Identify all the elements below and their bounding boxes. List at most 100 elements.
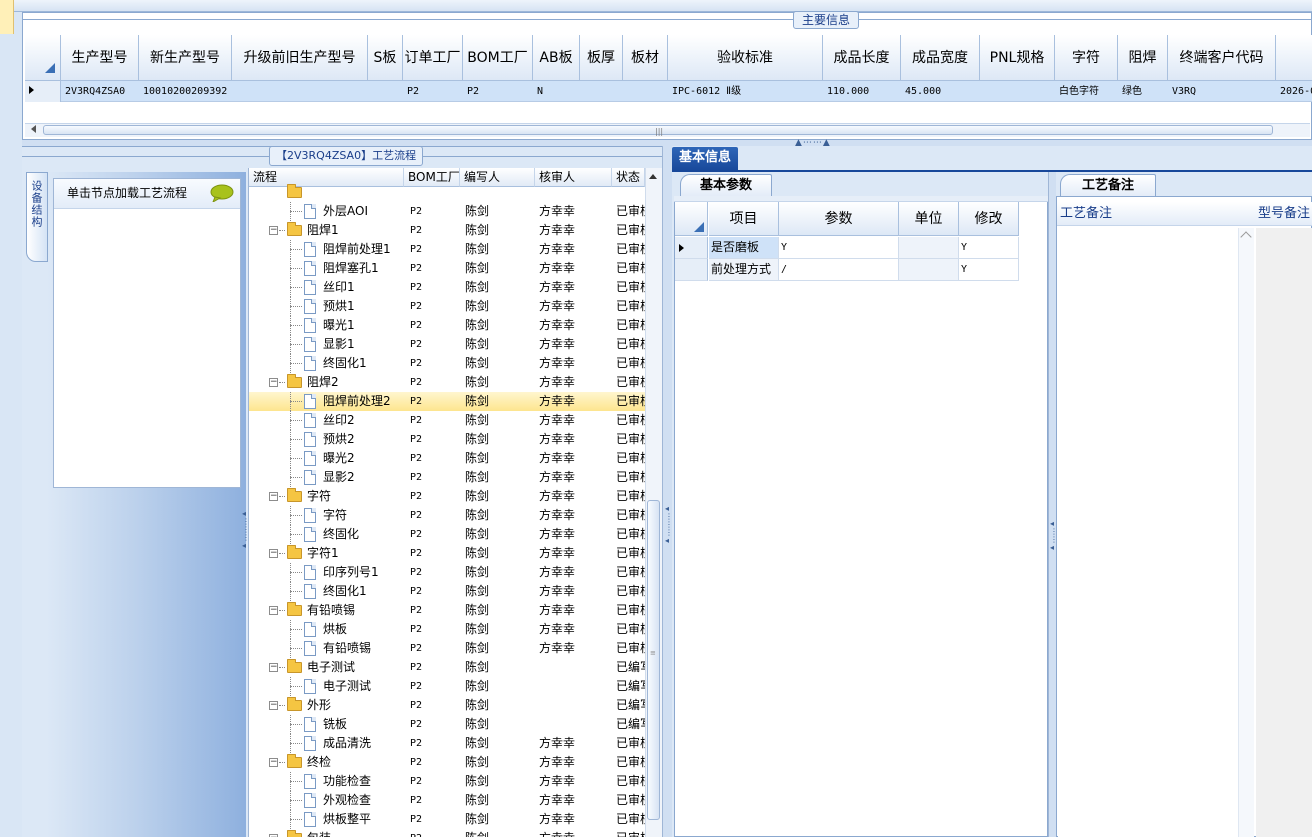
grid-cell-col-16[interactable]: 2026-0: [1276, 81, 1312, 102]
grid-header-col-8[interactable]: 板材: [623, 35, 668, 81]
tree-row[interactable]: − 有铅喷锡 P2 陈剑 方幸幸 已审核: [249, 601, 645, 620]
tree-row[interactable]: 终固化 P2 陈剑 方幸幸 已审核: [249, 525, 645, 544]
params-cell-item[interactable]: 前处理方式: [709, 259, 779, 281]
grid-header-col-5[interactable]: BOM工厂: [463, 35, 533, 81]
grid-header-col-12[interactable]: PNL规格: [980, 35, 1055, 81]
params-cell-item[interactable]: 是否磨板: [709, 237, 779, 259]
grid-cell-col-0[interactable]: 2V3RQ4ZSA0: [61, 81, 139, 102]
grid-header-col-11[interactable]: 成品宽度: [901, 35, 980, 81]
tree-row[interactable]: 烘板整平 P2 陈剑 方幸幸 已审核: [249, 810, 645, 829]
params-header-col-1[interactable]: 参数: [779, 202, 899, 236]
tree-row[interactable]: 终固化1 P2 陈剑 方幸幸 已审核: [249, 354, 645, 373]
tree-row[interactable]: 终固化1 P2 陈剑 方幸幸 已审核: [249, 582, 645, 601]
collapse-toggle-icon[interactable]: −: [269, 492, 278, 501]
collapse-toggle-icon[interactable]: −: [269, 758, 278, 767]
tree-row[interactable]: 预烘1 P2 陈剑 方幸幸 已审核: [249, 297, 645, 316]
grid-corner-header[interactable]: [25, 35, 61, 81]
tree-row[interactable]: − 字符1 P2 陈剑 方幸幸 已审核: [249, 544, 645, 563]
grid-cell-col-6[interactable]: N: [533, 81, 580, 102]
tree-row[interactable]: 外观检查 P2 陈剑 方幸幸 已审核: [249, 791, 645, 810]
grid-header-col-16[interactable]: [1276, 35, 1312, 81]
grid-cell-col-2[interactable]: [232, 81, 368, 102]
params-cell-modify[interactable]: Y: [959, 259, 1019, 281]
grid-header-col-9[interactable]: 验收标准: [668, 35, 823, 81]
tree-row[interactable]: 预烘2 P2 陈剑 方幸幸 已审核: [249, 430, 645, 449]
grid-header-col-2[interactable]: 升级前旧生产型号: [232, 35, 368, 81]
tree-scroll-thumb[interactable]: [647, 500, 660, 820]
params-cell-param[interactable]: Y: [779, 237, 899, 259]
tree-row[interactable]: 印序列号1 P2 陈剑 方幸幸 已审核: [249, 563, 645, 582]
params-header-col-3[interactable]: 修改: [959, 202, 1019, 236]
grid-cell-col-14[interactable]: 绿色: [1118, 81, 1168, 102]
params-header-col-2[interactable]: 单位: [899, 202, 959, 236]
tree-row[interactable]: 功能检查 P2 陈剑 方幸幸 已审核: [249, 772, 645, 791]
collapse-toggle-icon[interactable]: −: [269, 663, 278, 672]
scroll-up-arrow-icon[interactable]: [649, 174, 657, 179]
grid-cell-col-8[interactable]: [623, 81, 668, 102]
tab-basic-info[interactable]: 基本信息: [672, 147, 738, 171]
grid-cell-col-3[interactable]: [368, 81, 403, 102]
tree-row[interactable]: −包装P2陈剑方幸幸已审核: [249, 829, 645, 837]
collapse-toggle-icon[interactable]: −: [269, 378, 278, 387]
collapse-toggle-icon[interactable]: −: [269, 701, 278, 710]
tree-row[interactable]: − 阻焊2 P2 陈剑 方幸幸 已审核: [249, 373, 645, 392]
grid-header-col-4[interactable]: 订单工厂: [403, 35, 463, 81]
grid-cell-col-13[interactable]: 白色字符: [1055, 81, 1118, 102]
tree-row[interactable]: 阻焊前处理1 P2 陈剑 方幸幸 已审核: [249, 240, 645, 259]
tree-row[interactable]: − 外形 P2 陈剑 已编写: [249, 696, 645, 715]
grid-cell-col-9[interactable]: IPC-6012 Ⅱ级: [668, 81, 823, 102]
tree-row[interactable]: 阻焊塞孔1 P2 陈剑 方幸幸 已审核: [249, 259, 645, 278]
grid-header-col-1[interactable]: 新生产型号: [139, 35, 232, 81]
tree-row[interactable]: − 字符 P2 陈剑 方幸幸 已审核: [249, 487, 645, 506]
grid-header-col-0[interactable]: 生产型号: [61, 35, 139, 81]
tree-row[interactable]: 曝光2 P2 陈剑 方幸幸 已审核: [249, 449, 645, 468]
tree-row[interactable]: − 阻焊1 P2 陈剑 方幸幸 已审核: [249, 221, 645, 240]
grid-cell-col-4[interactable]: P2: [403, 81, 463, 102]
tree-row[interactable]: 显影1 P2 陈剑 方幸幸 已审核: [249, 335, 645, 354]
detail-splitter[interactable]: [1048, 172, 1056, 837]
tree-row[interactable]: − 电子测试 P2 陈剑 已编写: [249, 658, 645, 677]
vertical-splitter[interactable]: [662, 146, 672, 837]
tree-row[interactable]: − 终检 P2 陈剑 方幸幸 已审核: [249, 753, 645, 772]
remarks-vertical-scrollbar[interactable]: [1238, 228, 1254, 837]
splitter-grip-icon[interactable]: ◂ ⋮ ⋮ ◂: [1050, 520, 1058, 552]
tree-row[interactable]: 阻焊前处理2 P2 陈剑 方幸幸 已审核: [249, 392, 645, 411]
grid-header-col-15[interactable]: 终端客户代码: [1168, 35, 1276, 81]
grid-header-col-3[interactable]: S板: [368, 35, 403, 81]
grid-header-col-13[interactable]: 字符: [1055, 35, 1118, 81]
tree-row[interactable]: 丝印1 P2 陈剑 方幸幸 已审核: [249, 278, 645, 297]
tree-row[interactable]: 成品清洗 P2 陈剑 方幸幸 已审核: [249, 734, 645, 753]
collapse-toggle-icon[interactable]: −: [269, 549, 278, 558]
tree-row[interactable]: 曝光1 P2 陈剑 方幸幸 已审核: [249, 316, 645, 335]
collapse-toggle-icon[interactable]: −: [269, 226, 278, 235]
grid-header-col-10[interactable]: 成品长度: [823, 35, 901, 81]
params-cell-param[interactable]: /: [779, 259, 899, 281]
tree-row[interactable]: 外层AOI P2 陈剑 方幸幸 已审核: [249, 202, 645, 221]
grid-header-col-6[interactable]: AB板: [533, 35, 580, 81]
params-row-selector[interactable]: [675, 259, 708, 281]
grid-cell-col-1[interactable]: 10010200209392: [139, 81, 232, 102]
process-remark-textarea[interactable]: [1058, 228, 1254, 837]
tree-row[interactable]: 有铅喷锡 P2 陈剑 方幸幸 已审核: [249, 639, 645, 658]
splitter-grip-icon[interactable]: ◂ ⋮ ⋮ ⋮ ◂: [665, 505, 673, 545]
tree-row[interactable]: 字符 P2 陈剑 方幸幸 已审核: [249, 506, 645, 525]
grid-cell-col-11[interactable]: 45.000: [901, 81, 980, 102]
params-header-col-0[interactable]: 项目: [709, 202, 779, 236]
grid-header-col-14[interactable]: 阻焊: [1118, 35, 1168, 81]
grid-cell-col-10[interactable]: 110.000: [823, 81, 901, 102]
collapse-toggle-icon[interactable]: −: [269, 606, 278, 615]
tree-row[interactable]: 电子测试 P2 陈剑 已编写: [249, 677, 645, 696]
grid-cell-col-15[interactable]: V3RQ: [1168, 81, 1276, 102]
tab-process-remarks[interactable]: 工艺备注: [1060, 174, 1156, 196]
grid-header-col-7[interactable]: 板厚: [580, 35, 623, 81]
sidebar-grip-icon[interactable]: ◂ ⋮ ⋮ ⋮ ◂: [242, 510, 250, 550]
params-cell-modify[interactable]: Y: [959, 237, 1019, 259]
tree-row[interactable]: [249, 183, 645, 202]
params-cell-unit[interactable]: [899, 237, 959, 259]
scroll-left-arrow-icon[interactable]: [31, 125, 36, 133]
grid-cell-col-12[interactable]: [980, 81, 1055, 102]
tree-row[interactable]: 丝印2 P2 陈剑 方幸幸 已审核: [249, 411, 645, 430]
tab-basic-params[interactable]: 基本参数: [680, 174, 772, 196]
grid-cell-col-7[interactable]: [580, 81, 623, 102]
tree-row[interactable]: 烘板 P2 陈剑 方幸幸 已审核: [249, 620, 645, 639]
